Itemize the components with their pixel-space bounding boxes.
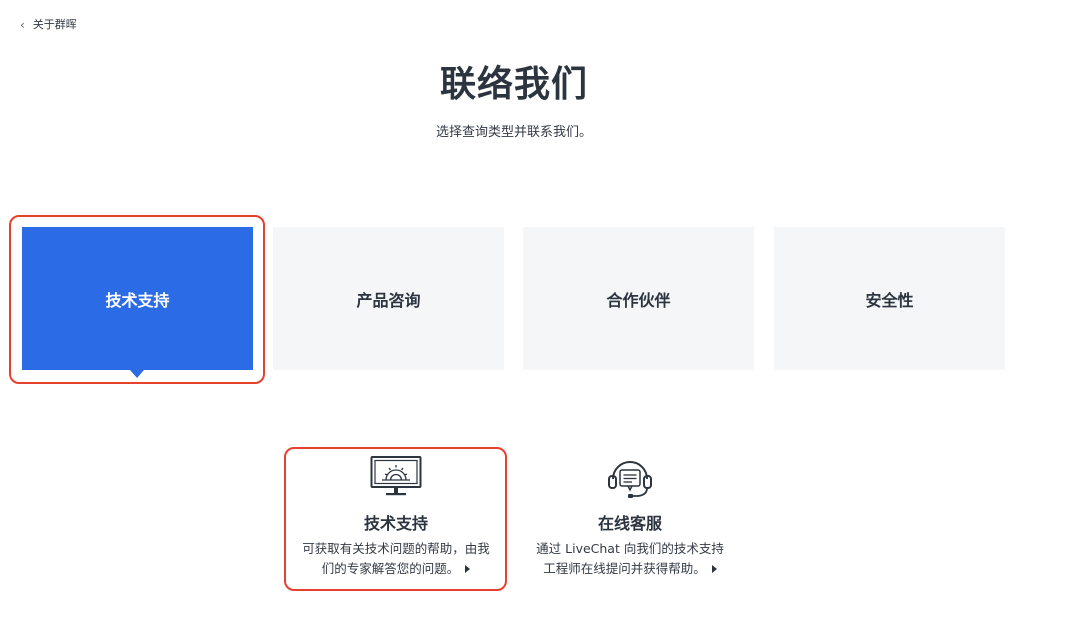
tab-label: 合作伙伴 (606, 290, 671, 310)
card-description-line: 可获取有关技术问题的帮助，由我 (302, 541, 490, 556)
card-title: 在线客服 (597, 514, 662, 533)
tab-label: 安全性 (865, 290, 914, 310)
monitor-gear-icon (370, 456, 422, 496)
chevron-left-icon: ‹ (20, 18, 25, 32)
arrow-right-icon (465, 565, 471, 573)
headset-icon (608, 461, 652, 498)
card-description: 通过 LiveChat 向我们的技术支持 工程师在线提问并获得帮助。 (520, 539, 740, 579)
tab-label: 产品咨询 (356, 290, 421, 310)
back-link[interactable]: ‹ 关于群晖 (20, 17, 77, 33)
category-tabs: 技术支持 产品咨询 合作伙伴 安全性 (22, 227, 1006, 378)
selected-pointer (130, 370, 144, 378)
page-subtitle: 选择查询类型并联系我们。 (435, 125, 592, 140)
tab-label: 技术支持 (105, 290, 170, 310)
back-link-label: 关于群晖 (32, 18, 77, 31)
card-title: 技术支持 (363, 514, 428, 533)
card-description: 可获取有关技术问题的帮助，由我 们的专家解答您的问题。 (288, 539, 504, 579)
live-chat-card[interactable]: 在线客服 通过 LiveChat 向我们的技术支持 工程师在线提问并获得帮助。 (520, 455, 740, 579)
card-description-line: 通过 LiveChat 向我们的技术支持 (536, 541, 724, 556)
arrow-right-icon (711, 565, 717, 573)
card-description-line: 工程师在线提问并获得帮助。 (543, 561, 706, 576)
page-title: 联络我们 (439, 64, 588, 105)
card-description-line: 们的专家解答您的问题。 (321, 561, 460, 576)
tab-security[interactable]: 安全性 (774, 227, 1005, 370)
technical-support-card[interactable]: 技术支持 可获取有关技术问题的帮助，由我 们的专家解答您的问题。 (288, 455, 504, 579)
tab-product-inquiry[interactable]: 产品咨询 (273, 227, 504, 370)
tab-partners[interactable]: 合作伙伴 (523, 227, 754, 370)
tab-technical-support[interactable]: 技术支持 (22, 227, 253, 378)
